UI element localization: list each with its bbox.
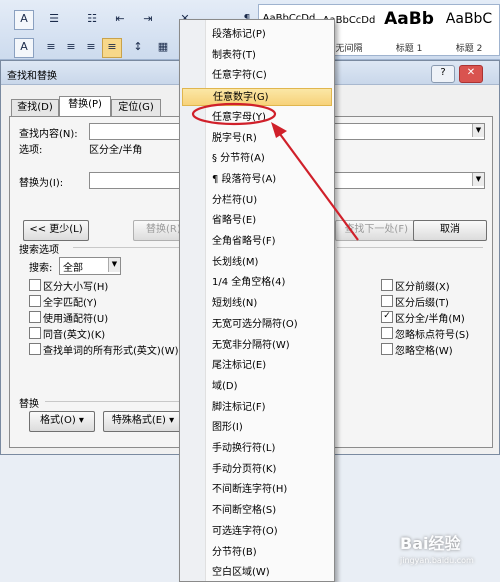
ignore-punct-label: 忽略标点符号(S)	[395, 330, 470, 341]
menu-item[interactable]: 全角省略号(F)	[182, 233, 332, 251]
style-name: 标题 1	[395, 44, 423, 54]
match-case-label: 区分大小写(H)	[43, 282, 109, 293]
menu-item[interactable]: 段落标记(P)	[182, 26, 332, 44]
menu-item[interactable]: 任意字符(C)	[182, 67, 332, 85]
replace-section-label: 替换	[19, 399, 39, 410]
numbering-button[interactable]: ☷	[80, 10, 104, 30]
sounds-like-label: 同音(英文)(K)	[43, 330, 106, 341]
menu-item[interactable]: 尾注标记(E)	[182, 357, 332, 375]
align-center-button[interactable]: ≡	[62, 38, 80, 58]
options-value: 区分全/半角	[89, 145, 143, 156]
find-what-label: 查找内容(N):	[19, 129, 78, 140]
menu-item[interactable]: 可选连字符(O)	[182, 523, 332, 541]
match-suffix-checkbox[interactable]	[381, 295, 393, 307]
search-direction-label: 搜索:	[29, 263, 53, 274]
style-heading-2[interactable]: AaBbC 标题 2	[439, 5, 499, 57]
search-dropdown-icon[interactable]: ▼	[108, 258, 120, 272]
watermark: Bai经验 jingyan.baidu.com	[400, 530, 495, 570]
decrease-indent-button[interactable]: ⇤	[108, 10, 132, 30]
search-direction-select[interactable]: 全部 ▼	[59, 257, 121, 275]
menu-item[interactable]: 任意数字(G)	[182, 88, 332, 107]
search-options-divider	[337, 247, 483, 248]
dialog-title: 查找和替换	[7, 71, 57, 82]
tab-find[interactable]: 查找(D)	[11, 99, 59, 117]
replace-with-label: 替换为(I):	[19, 178, 64, 189]
close-button[interactable]: ✕	[459, 65, 483, 83]
menu-item[interactable]: 长划线(M)	[182, 254, 332, 272]
special-format-menu: 段落标记(P) 制表符(T) 任意字符(C) 任意数字(G) 任意字母(Y) 脱字号(R)…	[179, 19, 335, 582]
menu-item[interactable]: 不间断空格(S)	[182, 502, 332, 520]
menu-item[interactable]: 分栏符(U)	[182, 192, 332, 210]
menu-item[interactable]: 图形(I)	[182, 419, 332, 437]
tab-goto[interactable]: 定位(G)	[111, 99, 161, 117]
options-label: 选项:	[19, 145, 43, 156]
search-options-divider	[73, 247, 183, 248]
search-direction-value: 全部	[63, 263, 83, 274]
tab-replace[interactable]: 替换(P)	[59, 96, 111, 118]
bullets-button[interactable]: ☰	[42, 10, 66, 30]
find-dropdown-icon[interactable]: ▼	[472, 124, 484, 137]
menu-item[interactable]: 不间断连字符(H)	[182, 481, 332, 499]
replace-section-divider	[45, 401, 179, 402]
menu-item[interactable]: 空白区域(W)	[182, 564, 332, 582]
format-button[interactable]: 格式(O) ▾	[29, 411, 95, 432]
menu-item[interactable]: 手动分页符(K)	[182, 461, 332, 479]
menu-item[interactable]: 无宽可选分隔符(O)	[182, 316, 332, 334]
match-width-label: 区分全/半角(M)	[395, 314, 465, 325]
watermark-url: jingyan.baidu.com	[400, 556, 474, 565]
wildcards-label: 使用通配符(U)	[43, 314, 109, 325]
whole-word-label: 全字匹配(Y)	[43, 298, 97, 309]
menu-item[interactable]: 脱字号(R)	[182, 130, 332, 148]
increase-indent-button[interactable]: ⇥	[138, 10, 158, 30]
word-forms-checkbox[interactable]	[29, 343, 41, 355]
font-style-button[interactable]: A	[14, 10, 34, 30]
char-shading-button[interactable]: A	[14, 38, 34, 58]
menu-item[interactable]: ¶ 段落符号(A)	[182, 171, 332, 189]
ignore-punct-checkbox[interactable]	[381, 327, 393, 339]
whole-word-checkbox[interactable]	[29, 295, 41, 307]
align-right-button[interactable]: ≡	[82, 38, 100, 58]
menu-item[interactable]: 域(D)	[182, 378, 332, 396]
align-left-button[interactable]: ≡	[42, 38, 60, 58]
watermark-logo: Bai经验	[400, 534, 461, 553]
style-preview: AaBb	[384, 9, 434, 29]
line-spacing-button[interactable]: ↕	[126, 38, 150, 58]
match-prefix-label: 区分前缀(X)	[395, 282, 450, 293]
justify-button[interactable]: ≡	[102, 38, 122, 58]
style-name: 标题 2	[455, 44, 483, 54]
special-format-button[interactable]: 特殊格式(E) ▾	[103, 411, 183, 432]
menu-item[interactable]: 1/4 全角空格(4)	[182, 274, 332, 292]
menu-item[interactable]: 脚注标记(F)	[182, 399, 332, 417]
match-width-checkbox[interactable]: ✓	[381, 311, 393, 323]
menu-item[interactable]: 分节符(B)	[182, 544, 332, 562]
ignore-space-checkbox[interactable]	[381, 343, 393, 355]
menu-item[interactable]: 手动换行符(L)	[182, 440, 332, 458]
match-prefix-checkbox[interactable]	[381, 279, 393, 291]
style-heading-1[interactable]: AaBb 标题 1	[379, 5, 439, 57]
menu-item[interactable]: 制表符(T)	[182, 47, 332, 65]
cancel-button[interactable]: 取消	[413, 220, 487, 241]
ignore-space-label: 忽略空格(W)	[395, 346, 453, 357]
sounds-like-checkbox[interactable]	[29, 327, 41, 339]
search-options-label: 搜索选项	[19, 245, 59, 256]
shading-button[interactable]: ▦	[152, 38, 174, 58]
match-case-checkbox[interactable]	[29, 279, 41, 291]
menu-item[interactable]: 省略号(E)	[182, 212, 332, 230]
find-next-button[interactable]: 查找下一处(F)	[335, 220, 415, 241]
style-preview: AaBbC	[445, 11, 493, 27]
menu-item[interactable]: § 分节符(A)	[182, 150, 332, 168]
wildcards-checkbox[interactable]	[29, 311, 41, 323]
word-forms-label: 查找单词的所有形式(英文)(W)	[43, 346, 179, 357]
menu-item[interactable]: 短划线(N)	[182, 295, 332, 313]
match-suffix-label: 区分后缀(T)	[395, 298, 449, 309]
replace-dropdown-icon[interactable]: ▼	[472, 173, 484, 186]
menu-item[interactable]: 任意字母(Y)	[182, 109, 332, 127]
help-button[interactable]: ?	[431, 65, 455, 83]
menu-item[interactable]: 无宽非分隔符(W)	[182, 337, 332, 355]
less-button[interactable]: << 更少(L)	[23, 220, 89, 241]
